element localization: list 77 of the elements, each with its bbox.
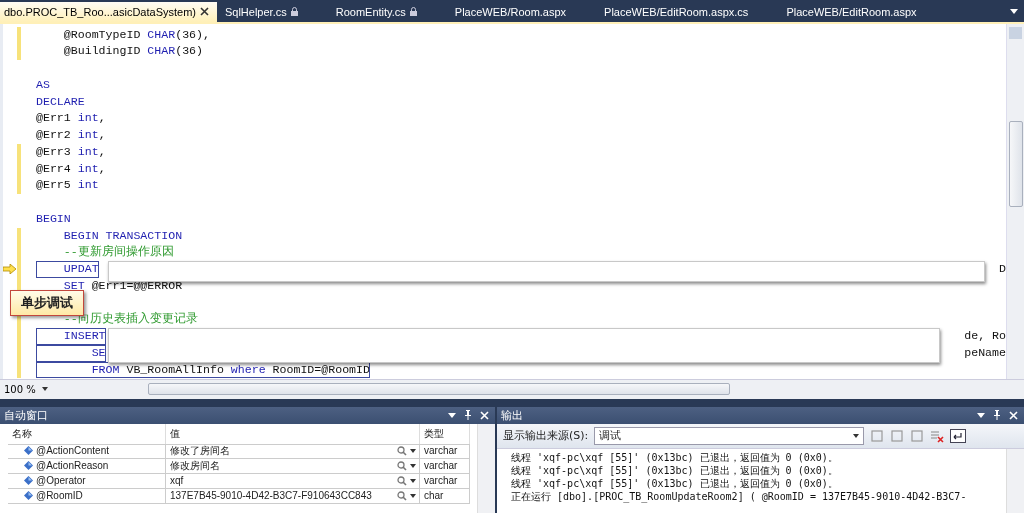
output-line: 线程 'xqf-pc\xqf [55]' (0x13bc) 已退出，返回值为 0 (0x0)。 bbox=[511, 450, 839, 464]
variable-type: varchar bbox=[424, 475, 458, 487]
code-line: BEGIN TRANSACTION bbox=[62, 227, 183, 244]
code-line: D bbox=[999, 261, 1006, 278]
dropdown-arrow-icon[interactable] bbox=[410, 478, 416, 483]
output-line: 正在运行 [dbo].[PROC_TB_RoomUpdateRoom2] ( @RoomID = 137E7B45-9010-4D42-B3C7- bbox=[511, 489, 968, 503]
variable-icon bbox=[24, 476, 33, 486]
dropdown-arrow-icon[interactable] bbox=[410, 448, 416, 453]
dropdown-arrow-icon[interactable] bbox=[1010, 9, 1018, 15]
code-line: @Err4 int, bbox=[36, 160, 106, 177]
variable-value: 137E7B45-9010-4D42-B3C7-F910643CC843 bbox=[170, 490, 373, 502]
editor-tab[interactable]: PlaceWEB/EditRoom.aspx bbox=[782, 1, 925, 22]
code-line: @RoomTypeID CHAR(36), bbox=[62, 26, 210, 43]
dropdown-arrow-icon[interactable] bbox=[977, 412, 985, 418]
code-line: @Err5 int bbox=[36, 177, 99, 194]
variable-name: @ActionContent bbox=[36, 445, 109, 457]
editor-tab[interactable]: RoomEntity.cs bbox=[331, 1, 425, 22]
code-line: INSERT bbox=[36, 328, 106, 345]
code-line: UPDAT bbox=[36, 261, 99, 278]
output-line: 线程 'xqf-pc\xqf [55]' (0x13bc) 已退出，返回值为 0 (0x0)。 bbox=[511, 463, 839, 477]
pin-icon[interactable] bbox=[993, 410, 1001, 421]
panel-title: 自动窗口 bbox=[4, 407, 49, 423]
variable-value: xqf bbox=[170, 475, 185, 487]
zoom-dropdown[interactable]: 100 % bbox=[4, 383, 84, 395]
code-line: @BuildingID CHAR(36) bbox=[62, 43, 203, 60]
editor-tab[interactable]: PlaceWEB/EditRoom.aspx.cs bbox=[600, 1, 757, 22]
output-line: 线程 'xqf-pc\xqf [55]' (0x13bc) 已退出，返回值为 0 (0x0)。 bbox=[511, 476, 839, 490]
source-dropdown[interactable]: 调试 bbox=[594, 426, 865, 445]
close-icon[interactable] bbox=[199, 7, 209, 17]
dropdown-arrow-icon[interactable] bbox=[410, 463, 416, 468]
code-line: de, Ro bbox=[964, 328, 1006, 345]
code-line: DECLARE bbox=[36, 93, 85, 110]
column-header[interactable]: 类型 bbox=[420, 423, 470, 445]
column-header[interactable]: 名称 bbox=[8, 423, 166, 445]
code-line: --更新房间操作原因 bbox=[62, 244, 174, 261]
clear-all-icon[interactable] bbox=[930, 428, 945, 443]
code-line: @Err1 int, bbox=[36, 110, 106, 127]
vertical-scrollbar[interactable] bbox=[477, 423, 495, 513]
source-label: 显示输出来源(S): bbox=[503, 428, 589, 444]
editor-tab[interactable]: dbo.PROC_TB_Roo...asicDataSystem) bbox=[0, 1, 217, 22]
vertical-scrollbar[interactable] bbox=[1006, 23, 1024, 379]
magnifier-icon[interactable] bbox=[397, 445, 407, 456]
variable-icon bbox=[24, 461, 33, 471]
variable-type: varchar bbox=[424, 460, 458, 472]
dropdown-arrow-icon[interactable] bbox=[41, 387, 48, 392]
variable-name: @RoomID bbox=[36, 490, 83, 502]
code-line: SE bbox=[36, 344, 106, 362]
dropdown-arrow-icon[interactable] bbox=[448, 412, 456, 418]
editor-tab[interactable]: SqlHelper.cs bbox=[220, 1, 306, 22]
variable-type: char bbox=[424, 490, 444, 502]
code-line: peName bbox=[964, 344, 1006, 361]
code-line: FROM VB_RoomAllInfo where RoomID=@RoomID bbox=[36, 361, 370, 379]
code-line: BEGIN bbox=[36, 210, 71, 227]
split-handle-icon[interactable] bbox=[1009, 26, 1022, 39]
code-line: @Err2 int, bbox=[36, 127, 106, 144]
magnifier-icon[interactable] bbox=[397, 460, 407, 471]
dropdown-arrow-icon[interactable] bbox=[410, 493, 416, 498]
scroll-thumb[interactable] bbox=[1009, 120, 1023, 207]
variable-value: 修改房间名 bbox=[170, 458, 221, 473]
magnifier-icon[interactable] bbox=[397, 475, 407, 486]
column-header[interactable]: 值 bbox=[166, 423, 420, 445]
panel-title: 输出 bbox=[501, 407, 524, 423]
code-line: AS bbox=[36, 76, 50, 93]
editor-tab[interactable]: PlaceWEB/Room.aspx bbox=[450, 1, 575, 22]
variable-icon bbox=[24, 491, 33, 501]
variable-type: varchar bbox=[424, 445, 458, 457]
vertical-scrollbar[interactable] bbox=[1006, 448, 1024, 513]
pin-icon[interactable] bbox=[464, 410, 472, 421]
variable-icon bbox=[24, 446, 33, 456]
magnifier-icon[interactable] bbox=[397, 490, 407, 501]
variable-name: @ActionReason bbox=[36, 460, 109, 472]
variable-value: 修改了房间名 bbox=[170, 443, 231, 458]
tooltip: 单步调试 bbox=[10, 289, 84, 316]
word-wrap-icon[interactable] bbox=[950, 428, 967, 443]
dropdown-arrow-icon[interactable] bbox=[853, 433, 860, 438]
variable-name: @Operator bbox=[36, 475, 86, 487]
code-line: @Err3 int, bbox=[36, 143, 106, 160]
